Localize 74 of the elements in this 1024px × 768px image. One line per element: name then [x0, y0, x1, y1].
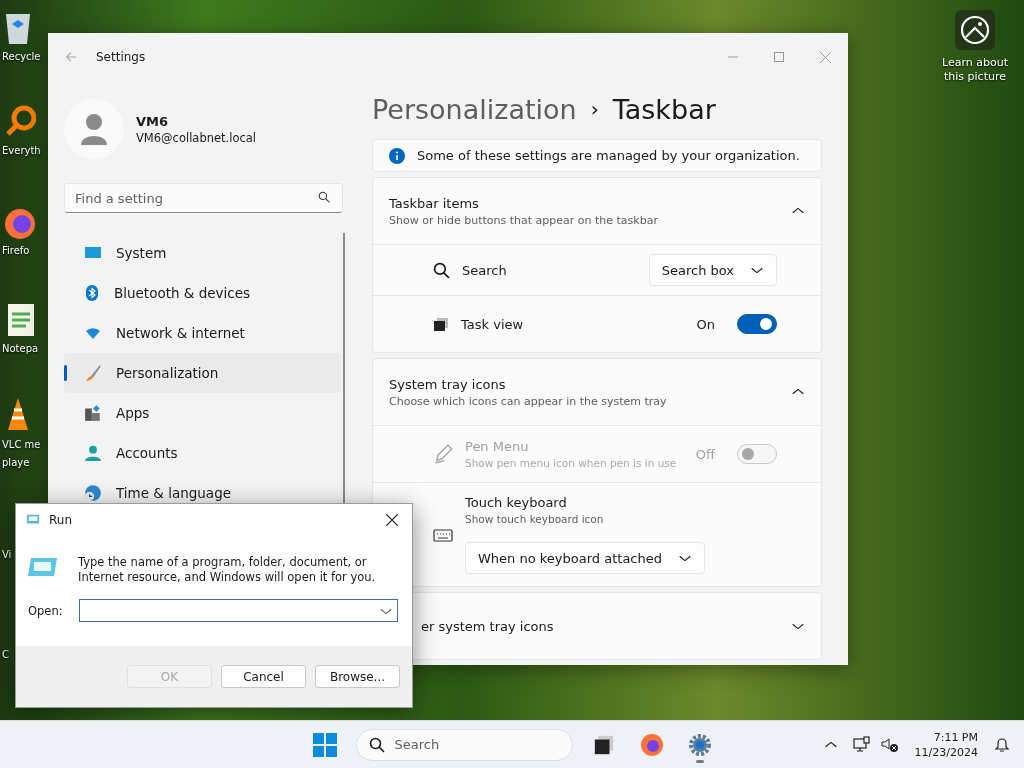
taskbar-search-field[interactable]: Search — [355, 728, 573, 761]
section-subtitle: Show or hide buttons that appear on the taskbar — [389, 213, 659, 227]
breadcrumb-link[interactable]: Personalization — [372, 93, 577, 125]
monitor-icon — [84, 245, 102, 261]
nav-item[interactable]: Network & internet — [64, 313, 341, 353]
pen-icon — [433, 444, 453, 464]
apps-icon — [84, 404, 102, 422]
setting-label: Touch keyboard — [465, 495, 568, 510]
dropdown[interactable]: Search box — [648, 254, 777, 286]
section-title[interactable]: Taskbar items — [389, 195, 791, 211]
setting-label: Task view — [461, 316, 525, 332]
notice-text: Some of these settings are managed by your organization. — [417, 148, 800, 164]
desktop-icon-label[interactable]: Recycle — [2, 50, 41, 64]
dialog-message: Type the name of a program, folder, document, or Internet resource, and Windows will open it for you. — [78, 555, 377, 585]
desktop-icon-label[interactable]: Firefo — [2, 244, 30, 258]
person-icon — [84, 444, 102, 462]
speaker-muted-icon — [880, 736, 899, 753]
user-name: VM6 — [136, 113, 170, 129]
setting-label: Search — [462, 262, 508, 278]
search-icon — [318, 191, 331, 204]
open-label: Open: — [28, 603, 63, 618]
section-title[interactable]: er system tray icons — [421, 618, 791, 634]
command-field[interactable] — [78, 599, 398, 622]
nav-item[interactable]: Personalization — [64, 353, 341, 393]
bluetooth-icon — [84, 284, 100, 302]
close-icon — [386, 513, 398, 526]
task-view-icon — [592, 733, 615, 756]
desktop-icon-label[interactable]: Everyth — [2, 144, 41, 158]
page-title: Taskbar — [612, 93, 716, 125]
find-setting-field[interactable]: Find a setting — [64, 183, 343, 213]
search-icon — [433, 261, 450, 279]
nav-item[interactable]: Apps — [64, 393, 341, 433]
desktop-icon-label[interactable]: VLC me — [2, 438, 41, 452]
toggle-state-label: Off — [695, 446, 715, 462]
notification-bell-icon — [994, 736, 1010, 753]
run-window-icon — [28, 555, 58, 579]
keyboard-icon — [433, 526, 453, 543]
window-title: Settings — [96, 50, 146, 64]
nav-item[interactable]: Accounts — [64, 433, 341, 473]
search-icon — [368, 736, 385, 753]
dialog-button[interactable]: Cancel — [221, 665, 306, 688]
dialog-title: Run — [49, 512, 72, 527]
breadcrumb-separator: › — [590, 97, 599, 122]
picture-info-button[interactable] — [955, 10, 995, 50]
close-icon — [819, 51, 831, 63]
desktop-icon-label[interactable]: Notepa — [2, 342, 39, 356]
desktop-icon-label[interactable]: playe — [2, 456, 30, 470]
clock[interactable]: 7:11 PM 11/23/2024 — [908, 730, 984, 759]
section-subtitle: Choose which icons can appear in the system tray — [389, 394, 668, 408]
dialog-button[interactable]: Browse... — [315, 665, 400, 688]
maximize-icon — [774, 52, 784, 62]
network-icon — [852, 736, 871, 753]
task-view-icon — [433, 316, 449, 332]
run-window-icon — [25, 512, 41, 527]
globe-clock-icon — [84, 484, 102, 502]
gear-icon — [687, 732, 712, 757]
wifi-icon — [84, 325, 102, 341]
desktop-icon-label[interactable]: C — [2, 648, 9, 662]
desktop-icon-label[interactable]: Vi — [2, 548, 12, 562]
setting-description: Show pen menu icon when pen is in use — [465, 457, 678, 469]
toggle-state-label: On — [696, 316, 715, 332]
paintbrush-icon — [84, 364, 102, 382]
nav-item[interactable]: Bluetooth & devices — [64, 273, 341, 313]
back-arrow-icon — [64, 50, 78, 64]
firefox-icon — [639, 732, 664, 757]
setting-label: Pen Menu — [465, 439, 530, 454]
picture-info-label[interactable]: Learn about this picture — [940, 56, 1010, 84]
user-email: VM6@collabnet.local — [136, 130, 257, 145]
setting-description: Show touch keyboard icon — [465, 513, 605, 525]
dropdown[interactable]: When no keyboard attached — [465, 542, 705, 574]
info-icon — [389, 147, 405, 164]
nav-item[interactable]: System — [64, 233, 341, 273]
section-title[interactable]: System tray icons — [389, 376, 791, 392]
toggle-switch[interactable] — [737, 314, 777, 334]
